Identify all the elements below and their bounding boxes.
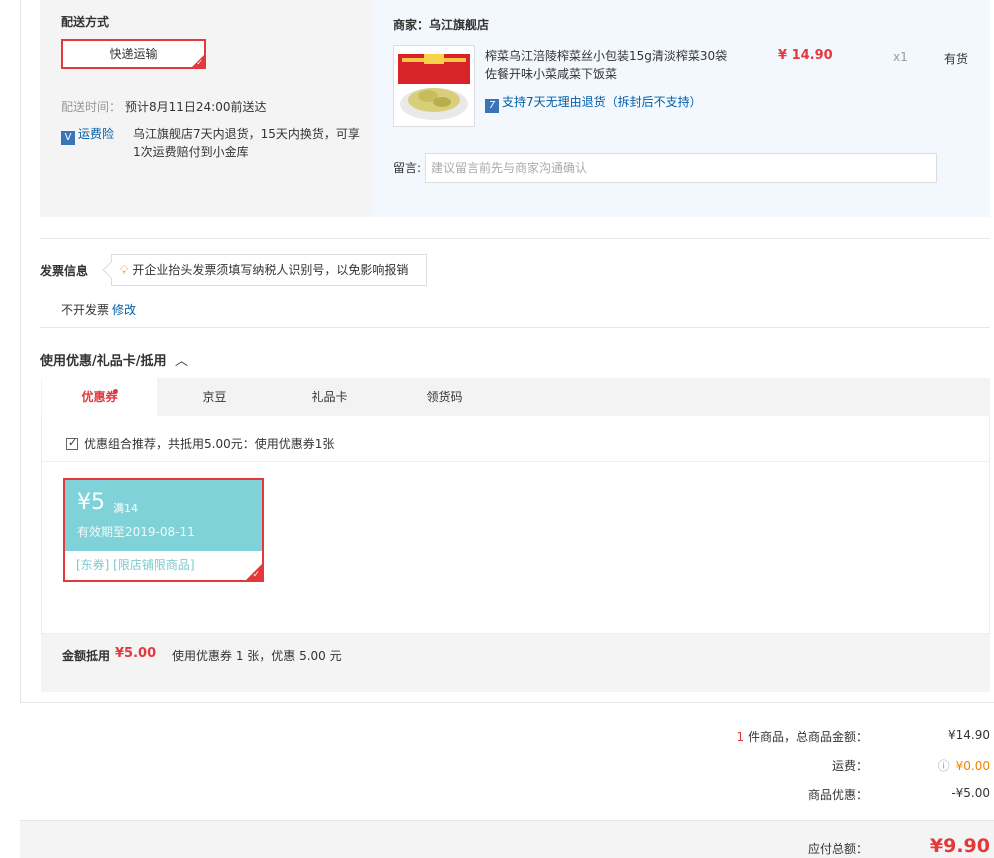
freight-insurance-label: 运费险 (78, 127, 115, 141)
coupon-tags: [东券] [限店铺限商品] (76, 558, 195, 572)
combo-checkbox[interactable] (66, 436, 78, 450)
delivery-time-value: 预计8月11日24:00前送达 (125, 100, 267, 114)
freight-insurance-link[interactable]: V 运费险 (61, 125, 114, 145)
freight-insurance-desc: 乌江旗舰店7天内退货，15天内换货，可享 1次运费赔付到小金库 (133, 127, 360, 159)
tab-pickup-code[interactable]: 领货码 (387, 378, 502, 416)
chevron-up-icon: ︿ (175, 354, 189, 369)
shipping-row: ⓘ ¥0.00 (890, 757, 990, 774)
summary-label: 金额抵用 (62, 649, 111, 663)
discount-tabs: 优惠券 京豆 礼品卡 领货码 (41, 378, 990, 416)
invoice-tip: 💡︎ 开企业抬头发票须填写纳税人识别号，以免影响报销 (102, 254, 427, 286)
summary-desc: 使用优惠券 1 张，优惠 5.00 元 (172, 649, 342, 663)
combo-text: 优惠组合推荐，共抵用5.00元：使用优惠券1张 (84, 437, 335, 451)
shipping-label: 运费： (831, 759, 868, 773)
delivery-title: 配送方式 (61, 15, 110, 29)
product-title[interactable]: 榨菜乌江涪陵榨菜丝小包装15g清淡榨菜30袋 佐餐开味小菜咸菜下饭菜 (485, 47, 735, 83)
delivery-method-button[interactable]: 快递运输 ✓ (61, 39, 206, 69)
payable-value: ¥9.90 (929, 835, 990, 857)
discount-title[interactable]: 使用优惠/礼品卡/抵用 ︿ (40, 350, 188, 369)
goods-total: ¥14.90 (948, 728, 990, 742)
content-left-border (20, 0, 21, 702)
product-stock: 有货 (944, 52, 969, 66)
divider (40, 238, 990, 239)
coupon-condition: 满14 (113, 502, 138, 515)
invoice-tip-text: 开企业抬头发票须填写纳税人识别号，以免影响报销 (132, 263, 409, 277)
divider (40, 327, 990, 328)
divider (42, 461, 989, 462)
message-input[interactable]: 建议留言前先与商家沟通确认 (425, 153, 937, 183)
summary-amount: ¥5.00 (115, 646, 157, 661)
product-quantity: x1 (893, 50, 908, 64)
lightbulb-icon: 💡︎ (120, 263, 129, 277)
return-policy[interactable]: 7 支持7天无理由退货（拆封后不支持） (485, 93, 702, 113)
delivery-time-label: 配送时间： (61, 100, 122, 114)
delivery-method-label: 快递运输 (109, 47, 158, 61)
coupon-amount: ¥5 (77, 490, 105, 515)
discount-label: 商品优惠： (807, 788, 868, 802)
return-policy-text: 支持7天无理由退货（拆封后不支持） (502, 95, 702, 109)
product-photo-icon (394, 46, 474, 126)
tab-jingdou[interactable]: 京豆 (157, 378, 272, 416)
invoice-edit-link[interactable]: 修改 (112, 301, 136, 318)
shield-v-icon: V (61, 131, 75, 145)
info-icon[interactable]: ⓘ (938, 759, 950, 773)
coupon-validity: 有效期至2019-08-11 (77, 525, 195, 539)
coupon-card[interactable]: ¥5 满14 有效期至2019-08-11 [东券] [限店铺限商品] ✓ (63, 478, 264, 582)
seven-day-return-icon: 7 (485, 99, 499, 113)
discount-value: -¥5.00 (951, 786, 990, 800)
goods-count-row: 1 件商品，总商品金额： (600, 728, 868, 745)
check-icon: ✓ (252, 570, 260, 580)
payable-label: 应付总额： (807, 842, 868, 856)
product-image[interactable] (393, 45, 475, 127)
goods-count-label: 件商品，总商品金额： (744, 730, 868, 744)
tab-coupon[interactable]: 优惠券 (42, 378, 157, 416)
content-bottom-border (20, 702, 994, 703)
shipping-value: ¥0.00 (955, 759, 990, 773)
new-dot-badge (113, 389, 118, 394)
tab-giftcard[interactable]: 礼品卡 (272, 378, 387, 416)
invoice-title: 发票信息 (40, 264, 89, 278)
shop-name: 商家：乌江旗舰店 (393, 18, 490, 32)
invoice-status: 不开发票 (61, 303, 110, 317)
combo-recommend[interactable]: 优惠组合推荐，共抵用5.00元：使用优惠券1张 (66, 435, 334, 452)
message-placeholder: 建议留言前先与商家沟通确认 (431, 161, 588, 175)
product-price: ¥ 14.90 (778, 48, 833, 63)
message-label: 留言: (393, 161, 422, 175)
